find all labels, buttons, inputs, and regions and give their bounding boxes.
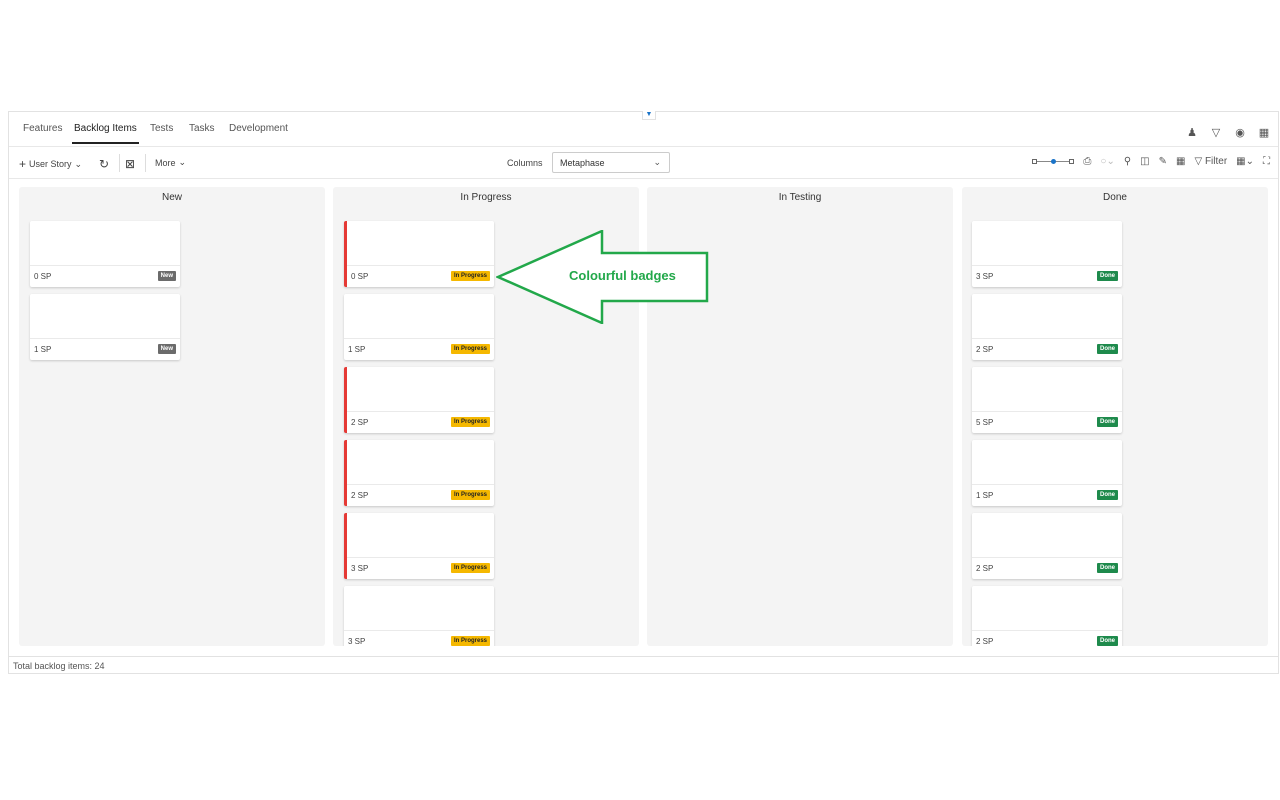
story-points: 2 SP xyxy=(976,345,994,354)
tab-tasks[interactable]: Tasks xyxy=(187,123,217,142)
story-points: 1 SP xyxy=(976,491,994,500)
status-badge: In Progress xyxy=(450,563,490,573)
plus-icon: + xyxy=(19,157,27,171)
kanban-card[interactable]: 1 SP Done xyxy=(972,440,1122,506)
excel-icon: ⊠ xyxy=(125,157,136,171)
story-points: 0 SP xyxy=(34,272,52,281)
column-new: New 0 SP New 1 SP New xyxy=(19,187,325,646)
print-icon[interactable]: ⎙ xyxy=(1083,156,1091,167)
add-user-story-button[interactable]: + User Story ⌄ xyxy=(19,157,82,171)
story-points: 5 SP xyxy=(976,418,994,427)
story-points: 3 SP xyxy=(976,272,994,281)
status-badge: In Progress xyxy=(450,271,490,281)
column-title: In Testing xyxy=(778,192,822,203)
story-points: 2 SP xyxy=(351,491,369,500)
fullscreen-icon[interactable]: ⛶ xyxy=(1263,156,1270,167)
chevron-down-icon: ⌄ xyxy=(178,157,187,167)
status-badge: In Progress xyxy=(450,417,490,427)
story-points: 3 SP xyxy=(351,564,369,573)
tab-backlog-items[interactable]: Backlog Items xyxy=(72,123,139,144)
story-points: 2 SP xyxy=(351,418,369,427)
kanban-card[interactable]: 2 SP In Progress xyxy=(344,367,494,433)
tab-development[interactable]: Development xyxy=(227,123,290,142)
more-button[interactable]: More ⌄ xyxy=(155,157,186,168)
footer-status: Total backlog items: 24 xyxy=(9,656,1278,673)
status-badge: Done xyxy=(1097,636,1118,646)
toolbar: + User Story ⌄ ↻ ⊠ More ⌄ Columns Metaph… xyxy=(9,148,1278,179)
tab-features[interactable]: Features xyxy=(21,123,64,142)
story-points: 2 SP xyxy=(976,564,994,573)
tab-bar-tools: ♟ ▽ ◉ ▦ xyxy=(1186,126,1270,139)
status-badge: Done xyxy=(1097,563,1118,573)
chevron-down-icon: ⌄ xyxy=(74,158,83,169)
status-badge: In Progress xyxy=(450,344,490,354)
kanban-card[interactable]: 1 SP In Progress xyxy=(344,294,494,360)
column-title: In Progress xyxy=(460,192,512,203)
kanban-card[interactable]: 3 SP Done xyxy=(972,221,1122,287)
card-size-slider[interactable] xyxy=(1032,157,1075,167)
kanban-card[interactable]: 0 SP New xyxy=(30,221,180,287)
card-settings-icon[interactable]: ◫ xyxy=(1140,156,1149,167)
status-badge: In Progress xyxy=(450,636,490,646)
kanban-card[interactable]: 2 SP Done xyxy=(972,294,1122,360)
right-toolbar: ⎙ ○⌄ ⚲ ◫ ✎ ▦ ▽ Filter ▦⌄ ⛶ xyxy=(1032,156,1270,167)
column-title: Done xyxy=(1103,192,1127,203)
grid-icon[interactable]: ▦ xyxy=(1176,156,1185,167)
story-points: 3 SP xyxy=(348,637,366,646)
kanban-card[interactable]: 1 SP New xyxy=(30,294,180,360)
toolbar-divider xyxy=(145,154,146,172)
more-label: More xyxy=(155,157,176,168)
story-points: 2 SP xyxy=(976,637,994,646)
column-done: Done 3 SP Done 2 SP Done 5 SP Done 1 SP Done 2 S… xyxy=(962,187,1268,646)
refresh-button[interactable]: ↻ xyxy=(99,157,109,171)
table-view-icon[interactable]: ▦ xyxy=(1258,126,1270,139)
status-badge: Done xyxy=(1097,417,1118,427)
team-icon[interactable]: ♟ xyxy=(1186,126,1198,139)
kanban-card[interactable]: 5 SP Done xyxy=(972,367,1122,433)
layout-grid-icon[interactable]: ▦⌄ xyxy=(1236,156,1254,167)
status-badge: Done xyxy=(1097,271,1118,281)
color-circle-icon[interactable]: ○⌄ xyxy=(1100,156,1114,167)
status-badge: New xyxy=(157,344,176,354)
filter-button[interactable]: ▽ Filter xyxy=(1194,156,1227,167)
kanban-card[interactable]: 0 SP In Progress xyxy=(344,221,494,287)
filter-label: Filter xyxy=(1204,156,1228,167)
columns-select-value: Metaphase xyxy=(560,158,605,168)
columns-select[interactable]: Metaphase ⌄ xyxy=(552,152,670,173)
refresh-icon: ↻ xyxy=(99,157,110,171)
kanban-card[interactable]: 3 SP In Progress xyxy=(344,513,494,579)
search-icon[interactable]: ⚲ xyxy=(1124,156,1131,167)
kanban-card[interactable]: 2 SP In Progress xyxy=(344,440,494,506)
filter-funnel-icon[interactable]: ▽ xyxy=(1210,126,1222,139)
story-points: 1 SP xyxy=(34,345,52,354)
annotation-text: Colourful badges xyxy=(569,268,676,283)
kanban-card[interactable]: 3 SP In Progress xyxy=(344,586,494,646)
column-title: New xyxy=(161,192,182,203)
status-badge: In Progress xyxy=(450,490,490,500)
add-user-story-label: User Story xyxy=(29,159,72,169)
kanban-card[interactable]: 2 SP Done xyxy=(972,513,1122,579)
export-excel-button[interactable]: ⊠ xyxy=(125,157,135,171)
edit-pencil-icon[interactable]: ✎ xyxy=(1159,156,1167,167)
status-badge: Done xyxy=(1097,344,1118,354)
status-badge: Done xyxy=(1097,490,1118,500)
story-points: 0 SP xyxy=(351,272,369,281)
kanban-app: Features Backlog Items Tests Tasks Devel… xyxy=(8,111,1279,674)
kanban-card[interactable]: 2 SP Done xyxy=(972,586,1122,646)
collapse-header-button[interactable]: ▼ xyxy=(642,111,656,120)
toolbar-divider xyxy=(119,154,120,172)
eye-icon[interactable]: ◉ xyxy=(1234,126,1246,139)
story-points: 1 SP xyxy=(348,345,366,354)
status-badge: New xyxy=(157,271,176,281)
chevron-down-icon: ⌄ xyxy=(653,157,661,167)
columns-label: Columns xyxy=(507,158,543,168)
tab-tests[interactable]: Tests xyxy=(148,123,175,142)
